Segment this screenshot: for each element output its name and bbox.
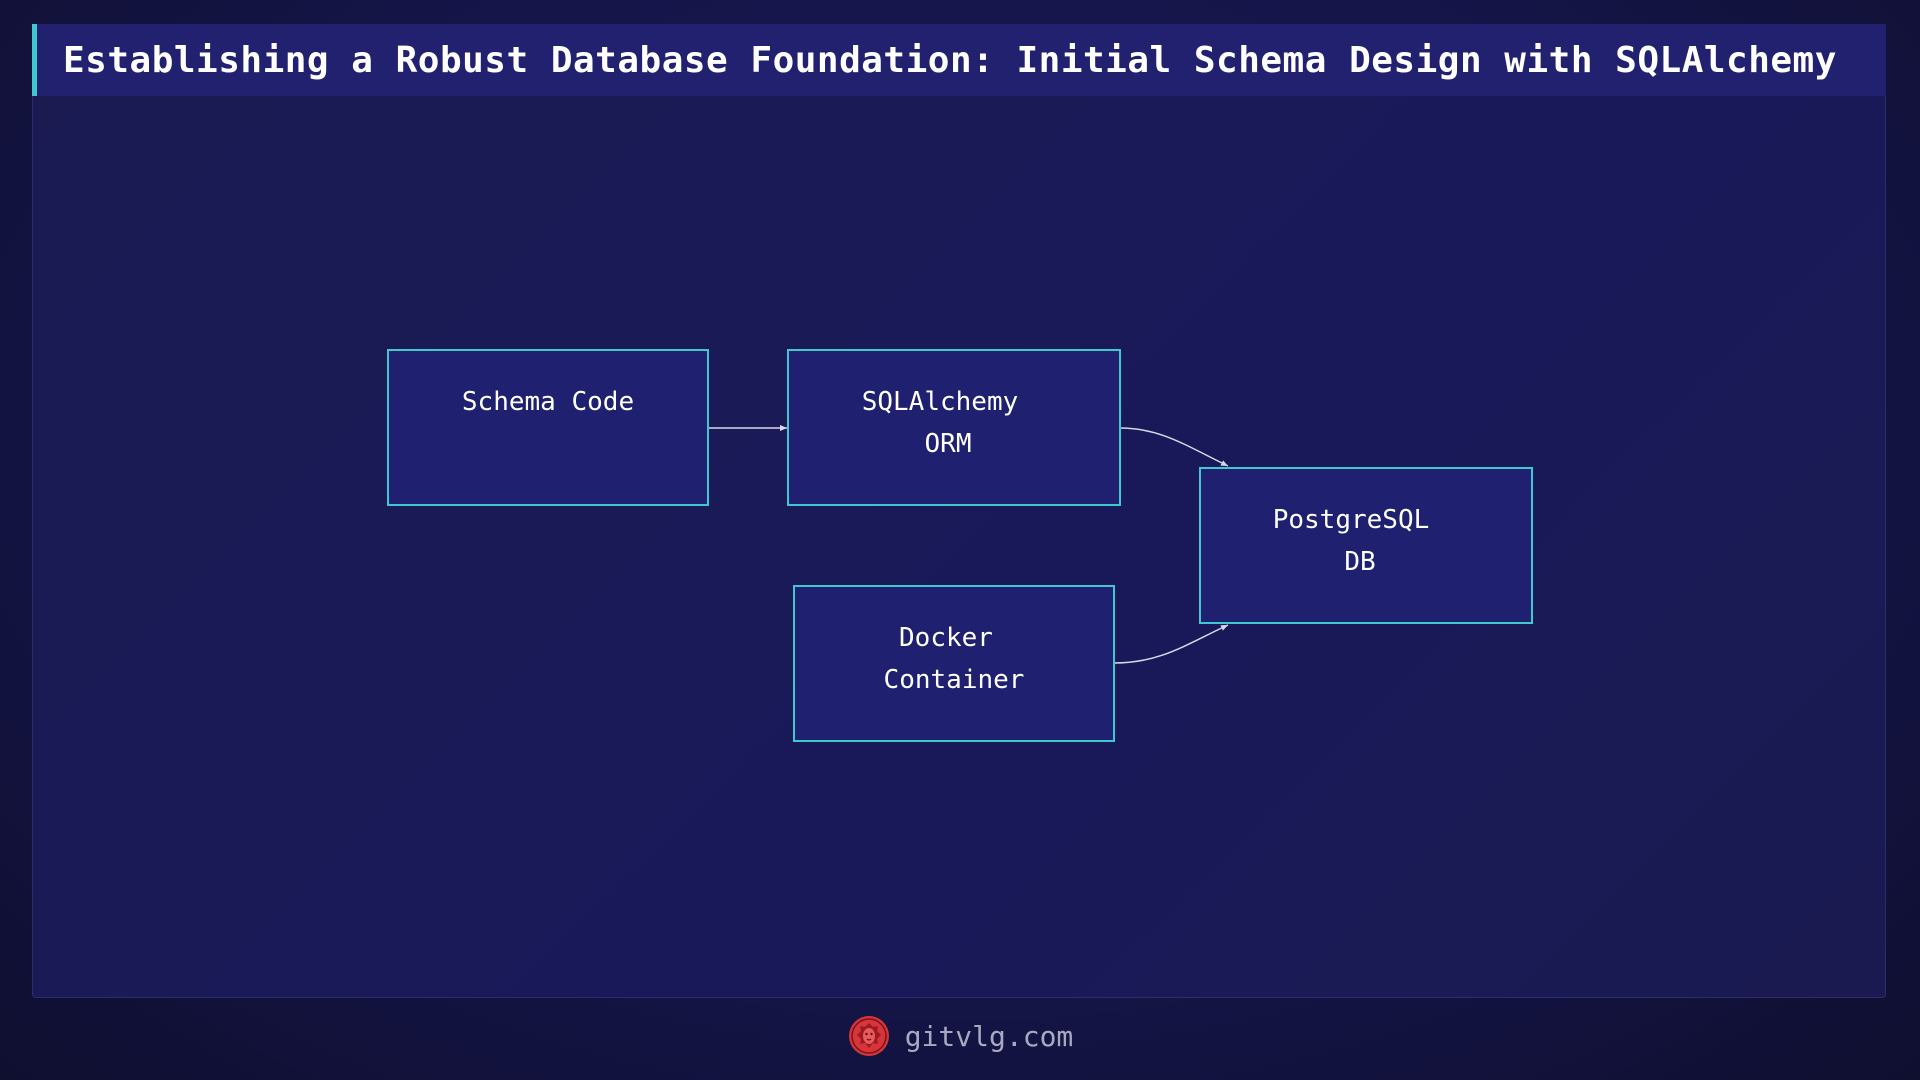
slide: Establishing a Robust Database Foundatio…	[0, 0, 1920, 1080]
node-sqlalchemy-orm: SQLAlchemy ORM	[787, 349, 1121, 506]
node-sqlalchemy-orm-label-line2: ORM	[925, 429, 972, 459]
node-schema-code-label: Schema Code	[462, 387, 634, 417]
node-postgresql-db: PostgreSQL DB	[1199, 467, 1533, 624]
lion-head-icon	[848, 1016, 889, 1056]
footer-site-link[interactable]: gitvlg.com	[905, 1020, 1074, 1053]
node-schema-code-box	[387, 349, 709, 506]
node-sqlalchemy-orm-label-line1: SQLAlchemy	[862, 387, 1019, 417]
node-docker-container-label-line2: Container	[884, 665, 1025, 695]
flow-diagram: Schema Code SQLAlchemy ORM PostgreSQL DB…	[387, 349, 1533, 742]
node-postgresql-db-label-line2: DB	[1344, 547, 1375, 577]
edge-docker-to-postgres	[1113, 624, 1229, 664]
node-docker-container-label-line1: Docker	[899, 623, 993, 653]
edge-orm-to-postgres	[1119, 427, 1229, 467]
node-sqlalchemy-orm-box	[787, 349, 1121, 506]
node-postgresql-db-box	[1199, 467, 1533, 624]
footer: gitvlg.com	[0, 1012, 1920, 1060]
node-docker-container: Docker Container	[793, 585, 1115, 742]
node-schema-code: Schema Code	[387, 349, 709, 506]
node-postgresql-db-label-line1: PostgreSQL	[1273, 505, 1430, 535]
node-docker-container-box	[793, 585, 1115, 742]
